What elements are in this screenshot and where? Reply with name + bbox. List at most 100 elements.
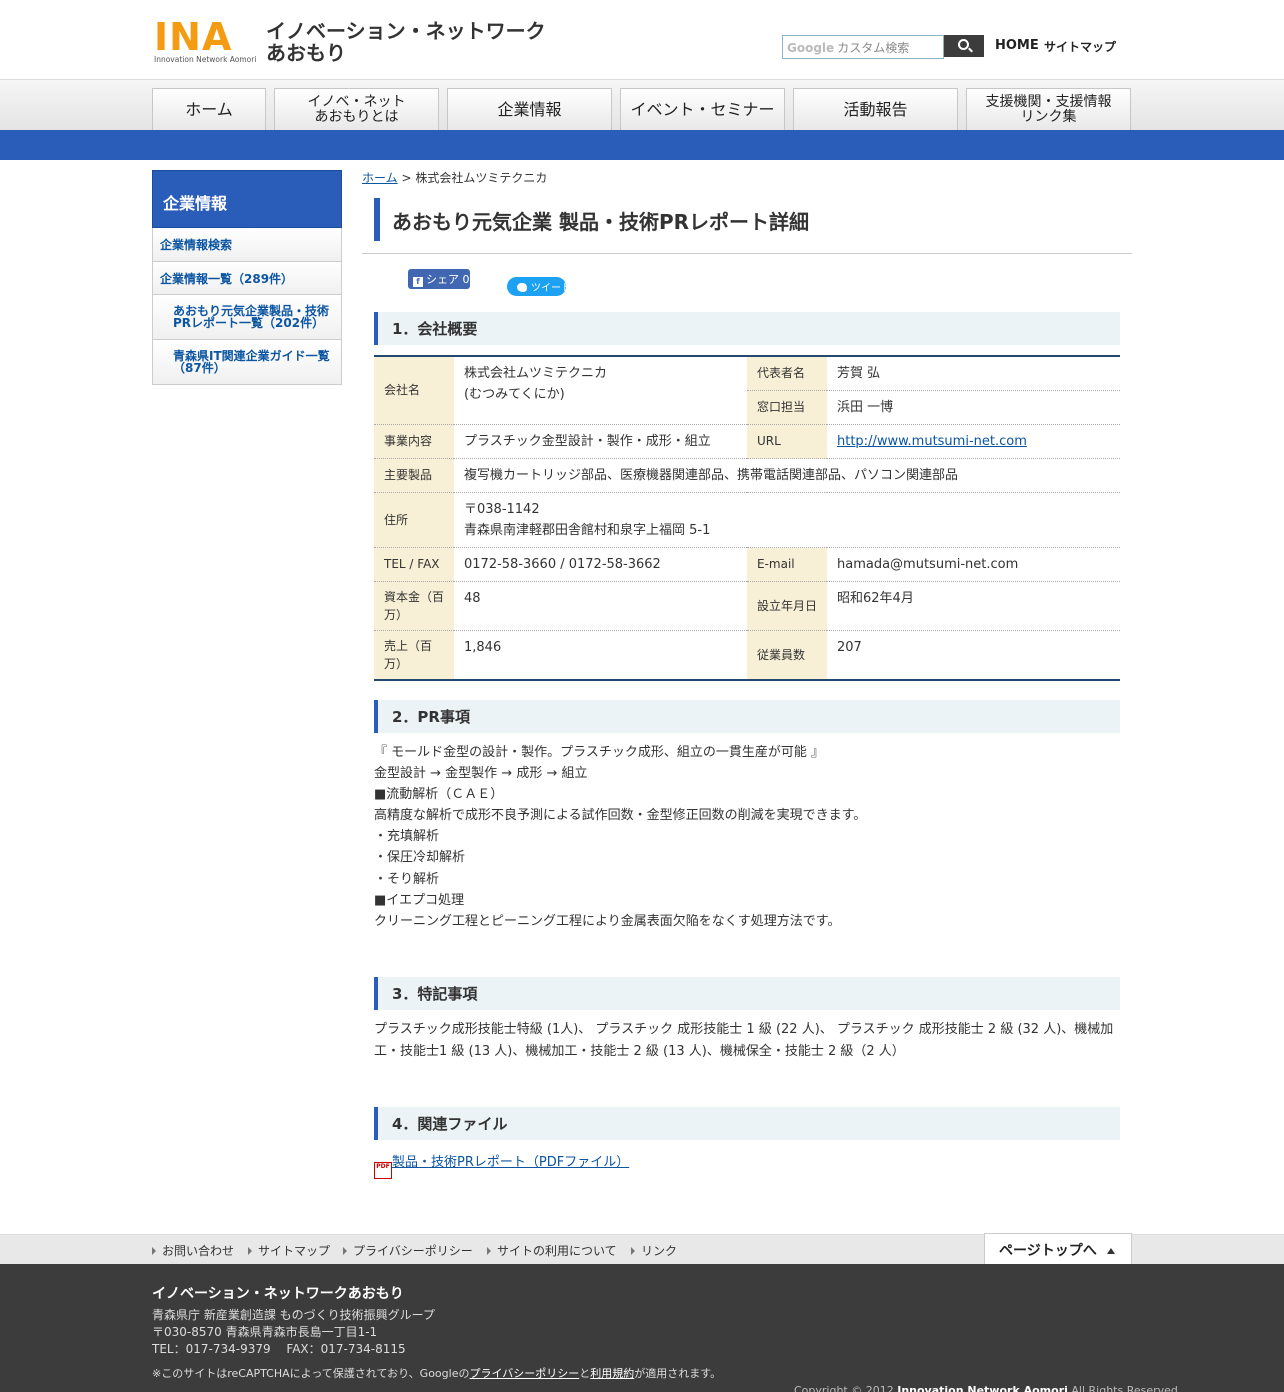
search-button[interactable]: [944, 35, 984, 57]
facebook-share-button[interactable]: f シェア 0: [408, 269, 470, 289]
nav-home[interactable]: ホーム: [152, 88, 266, 130]
twitter-tweet-button[interactable]: ツイート: [507, 277, 571, 296]
employees-label: 従業員数: [747, 630, 827, 680]
footer-link-privacy[interactable]: プライバシーポリシー: [343, 1242, 473, 1259]
business-value: プラスチック金型設計・製作・成形・組立: [454, 424, 747, 459]
table-row: 主要製品 複写機カートリッジ部品、医療機器関連部品、携帯電話関連部品、パソコン関…: [374, 458, 1120, 493]
nav-support-links[interactable]: 支援機関・支援情報 リンク集: [966, 88, 1131, 130]
sidebar-item-label: 青森県IT関連企業ガイド一覧（87件）: [173, 349, 330, 375]
pdf-file-icon: PDF: [374, 1162, 392, 1179]
sidebar-item-search[interactable]: 企業情報検索: [152, 228, 342, 262]
recaptcha-text: ※このサイトはreCAPTCHAによって保護されており、Googleの: [152, 1367, 470, 1380]
email-label: E-mail: [747, 547, 827, 582]
nav-companies[interactable]: 企業情報: [447, 88, 612, 130]
nav-events[interactable]: イベント・セミナー: [620, 88, 785, 130]
copyright: Copyright © 2012 Innovation Network Aomo…: [794, 1384, 1181, 1392]
breadcrumb-current: 株式会社ムツミテクニカ: [415, 171, 548, 185]
notes-content: プラスチック成形技能士特級 (1人)、 プラスチック 成形技能士 1 級 (22…: [374, 1019, 1113, 1063]
sidebar-item-it-guide[interactable]: 青森県IT関連企業ガイド一覧（87件）: [152, 340, 342, 385]
search-placeholder: カスタム検索: [837, 41, 910, 55]
company-url-link[interactable]: http://www.mutsumi-net.com: [837, 434, 1027, 449]
page-top-button[interactable]: ページトップへ: [984, 1233, 1132, 1265]
company-name-cell: 株式会社ムツミテクニカ (むつみてくにか): [454, 356, 747, 425]
business-label: 事業内容: [374, 424, 454, 459]
nav-about[interactable]: イノベ・ネット あおもりとは: [274, 88, 439, 130]
notes-line: 工・技能士1 級 (13 人)、機械加工・技能士 2 級 (13 人)、機械保全…: [374, 1044, 905, 1059]
address-label: 住所: [374, 492, 454, 548]
company-name-label: 会社名: [374, 356, 454, 425]
sales-label: 売上（百万）: [374, 630, 454, 680]
contact-label: 窓口担当: [747, 390, 827, 425]
pdf-report-link[interactable]: 製品・技術PRレポート（PDFファイル）: [392, 1155, 629, 1170]
copyright-text: Copyright © 2012: [794, 1384, 898, 1392]
footer-link-sitemap[interactable]: サイトマップ: [248, 1242, 330, 1259]
recaptcha-text: と: [579, 1367, 591, 1380]
breadcrumb-separator: >: [397, 171, 416, 185]
footer-link-contact[interactable]: お問い合わせ: [152, 1242, 234, 1259]
logo-jp-line2: あおもり: [266, 41, 346, 65]
nav-label: 活動報告: [843, 99, 908, 119]
representative-value: 芳賀 弘: [827, 356, 1120, 391]
table-row: 事業内容 プラスチック金型設計・製作・成形・組立 URL http://www.…: [374, 424, 1120, 459]
url-cell: http://www.mutsumi-net.com: [827, 424, 1120, 459]
recaptcha-terms-link[interactable]: 利用規約: [590, 1367, 634, 1380]
site-footer: イノベーション・ネットワークあおもり 青森県庁 新産業創造課 ものづくり技術振興…: [0, 1264, 1284, 1392]
nav-label: 企業情報: [497, 99, 562, 119]
contact-value: 浜田 一博: [827, 390, 1120, 425]
breadcrumb: ホーム > 株式会社ムツミテクニカ: [362, 169, 547, 186]
tel-fax-value: 0172-58-3660 / 0172-58-3662: [454, 547, 747, 582]
section-heading-overview: 1．会社概要: [374, 312, 1120, 345]
footer-tel: TEL：017-734-9379 FAX：017-734-8115: [152, 1342, 406, 1356]
company-name-kana: (むつみてくにか): [464, 387, 565, 402]
recaptcha-notice: ※このサイトはreCAPTCHAによって保護されており、Googleのプライバシ…: [152, 1365, 721, 1381]
copyright-name: Innovation Network Aomori: [897, 1384, 1068, 1392]
page-top-label: ページトップへ: [999, 1243, 1097, 1259]
facebook-icon: f: [413, 277, 423, 287]
pr-line: ・保圧冷却解析: [374, 850, 466, 866]
founded-value: 昭和62年4月: [827, 581, 1120, 631]
employees-value: 207: [837, 640, 862, 655]
arrow-up-icon: [1106, 1248, 1115, 1254]
footer-link-terms[interactable]: サイトの利用について: [487, 1242, 617, 1259]
recaptcha-text: が適用されます。: [634, 1367, 722, 1380]
sidebar-item-list[interactable]: 企業情報一覧（289件）: [152, 262, 342, 295]
capital-label: 資本金（百万）: [374, 581, 454, 631]
pr-content: 『 モールド金型の設計・製作。プラスチック成形、組立の一貫生産が可能 』 金型設…: [374, 742, 866, 932]
footer-link-links[interactable]: リンク: [631, 1242, 677, 1259]
twitter-bird-icon: [517, 283, 527, 292]
sidebar-item-pr-reports[interactable]: あおもり元気企業製品・技術PRレポート一覧（202件）: [152, 295, 342, 340]
nav-reports[interactable]: 活動報告: [793, 88, 958, 130]
pr-line: ■流動解析（ＣＡＥ）: [374, 787, 504, 803]
sidebar: 企業情報 企業情報検索 企業情報一覧（289件） あおもり元気企業製品・技術PR…: [152, 170, 342, 385]
sidebar-title: 企業情報: [152, 170, 342, 228]
logo-jp-line1: イノベーション・ネットワーク: [266, 19, 546, 43]
chevron-right-icon: [487, 1247, 491, 1255]
nav-label: イノベ・ネット あおもりとは: [307, 93, 406, 125]
chevron-right-icon: [631, 1247, 635, 1255]
search-icon: [958, 39, 969, 50]
pr-line: 『 モールド金型の設計・製作。プラスチック成形、組立の一貫生産が可能 』: [374, 745, 825, 760]
title-accent-bar: [374, 198, 380, 241]
footer-link-label: お問い合わせ: [162, 1244, 235, 1258]
tw-label: ツイート: [531, 283, 571, 294]
representative-label: 代表者名: [747, 356, 827, 391]
chevron-right-icon: [152, 1247, 156, 1255]
notes-line: プラスチック成形技能士特級 (1人)、 プラスチック 成形技能士 1 級 (22…: [374, 1022, 1114, 1037]
table-row: 会社名 株式会社ムツミテクニカ (むつみてくにか) 代表者名 芳賀 弘: [374, 356, 1120, 425]
section-heading-pr: 2．PR事項: [374, 700, 1120, 733]
nav-label: ホーム: [185, 99, 233, 119]
header-sitemap-link[interactable]: サイトマップ: [1044, 38, 1116, 55]
header-home-link[interactable]: HOME: [995, 38, 1039, 53]
section-heading-notes: 3．特記事項: [374, 977, 1120, 1010]
logo-ina-text: INA: [154, 15, 233, 59]
recaptcha-privacy-link[interactable]: プライバシーポリシー: [469, 1367, 579, 1380]
search-input[interactable]: Google カスタム検索: [782, 35, 944, 59]
company-name: 株式会社ムツミテクニカ: [464, 366, 608, 381]
page-title-block: あおもり元気企業 製品・技術PRレポート詳細: [362, 198, 1132, 254]
site-logo[interactable]: INA Innovation Network Aomori イノベーション・ネッ…: [154, 15, 546, 66]
table-row: 売上（百万） 1,846 従業員数 207: [374, 630, 1120, 680]
table-row: TEL / FAX 0172-58-3660 / 0172-58-3662 E-…: [374, 547, 1120, 582]
footer-link-label: リンク: [641, 1244, 678, 1258]
breadcrumb-home-link[interactable]: ホーム: [362, 171, 398, 185]
footer-links-bar: お問い合わせ サイトマップ プライバシーポリシー サイトの利用について リンク …: [0, 1233, 1284, 1265]
